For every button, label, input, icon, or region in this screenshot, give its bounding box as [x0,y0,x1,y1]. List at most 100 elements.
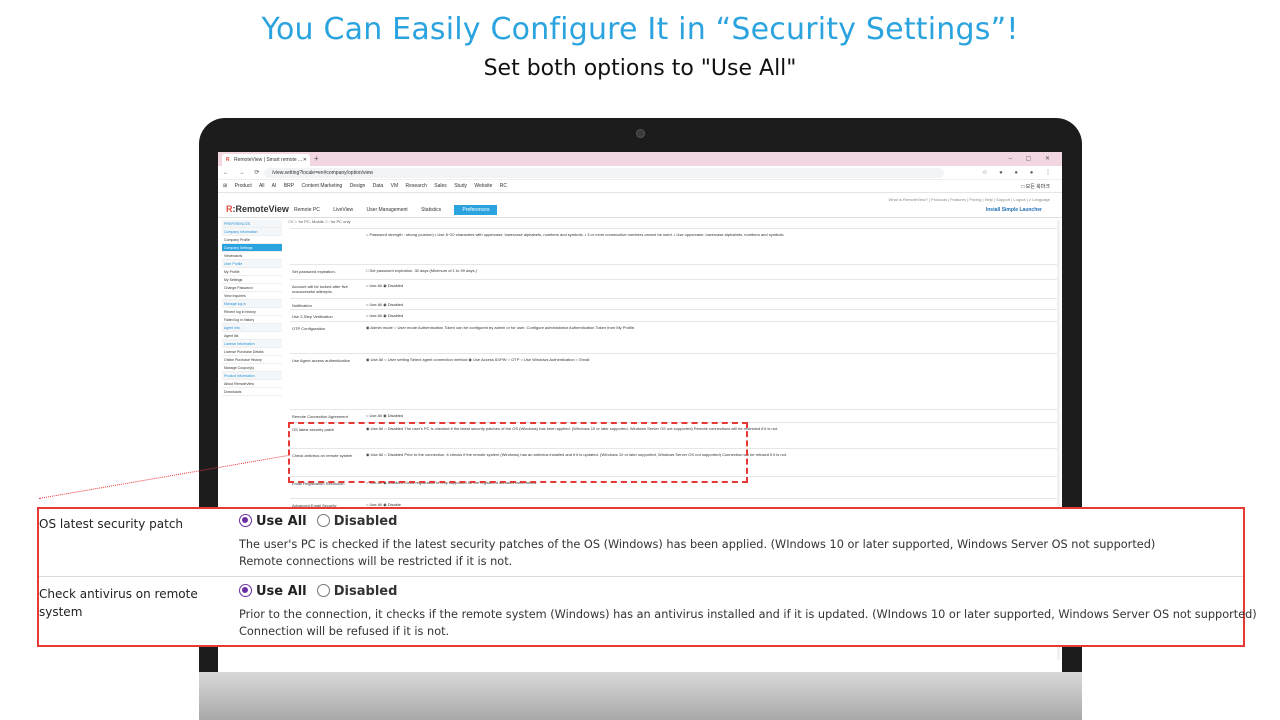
app-logo[interactable]: R:RemoteView [226,204,289,214]
install-launcher-link[interactable]: Install Simple Launcher [986,207,1042,213]
camera-icon [636,129,645,138]
sidebar-item[interactable]: Product Information [222,372,282,380]
app-menu: Remote PC LiveView User Management Stati… [294,205,509,215]
bookmark-item[interactable]: Design [350,183,366,189]
sidebar: PREFERENCES Company Information Company Pr… [222,220,282,396]
row-label: Remote Connection Agreement [292,414,348,419]
window-controls[interactable]: – ▢ ✕ [1009,155,1056,162]
setting-row-antivirus: Check antivirus on remote system Use All… [39,579,1257,647]
url-input[interactable]: /view.setting?locale=en#company/option/v… [264,168,944,178]
remoteview-favicon-icon: R [226,157,230,163]
bookmark-item[interactable]: BRP [284,183,294,189]
description-line: The user's PC is checked if the latest s… [239,538,1156,551]
sidebar-item[interactable]: About RemoteView [222,380,282,388]
all-bookmarks[interactable]: □ 모든 북마크 [1021,183,1050,190]
row-value[interactable]: ○ Use All ◉ Disabled [366,302,1046,308]
menu-item[interactable]: Statistics [421,207,441,213]
sidebar-item[interactable]: View Inquiries [222,292,282,300]
radio-checked-icon [239,584,252,597]
setting-label: Check antivirus on remote system [39,587,198,619]
sidebar-item[interactable]: Company Settings [222,244,282,252]
row-label: Notification [292,303,312,308]
sidebar-item[interactable]: Company Profile [222,236,282,244]
sidebar-item[interactable]: Failed log in history [222,316,282,324]
sidebar-item[interactable]: Downloads [222,388,282,396]
settings-row: Notification ○ Use All ◉ Disabled [290,298,1060,309]
option-label: Disabled [333,514,398,529]
settings-row: Use Agent access authentication ◉ Use All… [290,353,1060,409]
row-value[interactable]: ○ Use All ◉ Disabled [366,313,1046,319]
bookmark-item[interactable]: Website [474,183,492,189]
setting-description: Prior to the connection, it checks if th… [239,606,1257,640]
option-label: Use All [256,514,307,529]
bookmarks-bar: ⊞ Product All AI BRP Content Marketing D… [218,180,1062,193]
row-value[interactable]: ○ Use All ◉ Disabled [366,283,1046,289]
sidebar-item[interactable]: Manage log in [222,300,282,308]
sidebar-item[interactable]: Online Purchase History [222,356,282,364]
description-line: Prior to the connection, it checks if th… [239,608,1257,621]
bookmark-item[interactable]: Study [454,183,467,189]
settings-row: OTP Configuration ◉ Admin mode ○ User mod… [290,321,1060,353]
extension-icons[interactable]: ☆ ● ● ● ⋮ [982,169,1056,176]
header-divider [218,217,1062,218]
new-tab-icon[interactable]: + [314,154,319,163]
settings-row: Account will be locked after five unsucc… [290,279,1060,298]
apps-icon[interactable]: ⊞ [223,183,227,189]
row-value[interactable]: ○ Password strength : strong (custom) • … [366,232,1046,238]
address-bar: ← → ⟳ /view.setting?locale=en#company/op… [218,166,1062,180]
bookmark-item[interactable]: AI [272,183,277,189]
breadcrumb: □+□ : for PC, Mobile □ : for PC only [288,219,351,224]
settings-row: Use 2-Step Verification ○ Use All ◉ Disab… [290,309,1060,321]
setting-label: OS latest security patch [39,517,184,531]
sidebar-item[interactable]: License Information [222,340,282,348]
settings-row: Set password expiration. □ Set password e… [290,264,1060,279]
sidebar-item[interactable]: Recent log in history [222,308,282,316]
zoom-panel: OS latest security patch Use All Disable… [37,507,1257,647]
browser-tab-bar: R RemoteView | Smart remote ... ✕ + – ▢ … [218,152,1062,166]
sidebar-item[interactable]: PREFERENCES [222,220,282,228]
row-value[interactable]: □ Set password expiration. 30 days (Mini… [366,268,1046,274]
settings-row: Remote Connection Agreement ○ Use All ◉ D… [290,409,1060,422]
bookmark-item[interactable]: Sales [434,183,447,189]
bookmark-item[interactable]: RC [500,183,507,189]
sidebar-item[interactable]: Company Information [222,228,282,236]
bookmark-item[interactable]: Data [373,183,384,189]
sidebar-item[interactable]: Agent list [222,332,282,340]
row-label: Set password expiration. [292,269,336,274]
use-all-radio[interactable]: Use All [239,584,307,599]
laptop-base [199,672,1082,720]
row-value[interactable]: ◉ Admin mode ○ User mode Authentication … [366,325,1046,331]
bookmark-item[interactable]: All [259,183,265,189]
nav-buttons[interactable]: ← → ⟳ [223,169,263,176]
sidebar-item[interactable]: My Profile [222,268,282,276]
sidebar-item[interactable]: Change Password [222,284,282,292]
menu-item[interactable]: LiveView [333,207,353,213]
radio-unchecked-icon [316,514,330,527]
bookmark-item[interactable]: VM [391,183,399,189]
setting-description: The user's PC is checked if the latest s… [239,536,1155,570]
row-value[interactable]: ◉ Use All ○ User setting Select agent co… [366,357,1046,363]
sidebar-item[interactable]: Manage Coupon(s) [222,364,282,372]
close-icon[interactable]: ✕ [303,157,307,163]
radio-unchecked-icon [316,584,330,597]
bookmark-item[interactable]: Product [235,183,252,189]
description-line: Remote connections will be restricted if… [239,555,513,568]
subheadline: Set both options to "Use All" [483,56,797,81]
tab-title: RemoteView | Smart remote ... [234,157,303,163]
top-links[interactable]: What is RemoteView? | Products | Feature… [889,197,1050,202]
sidebar-item[interactable]: Viewboards [222,252,282,260]
bookmark-item[interactable]: Research [406,183,427,189]
browser-tab[interactable]: R RemoteView | Smart remote ... ✕ [222,154,310,166]
menu-item-preferences[interactable]: Preferences [454,205,498,215]
menu-item[interactable]: User Management [367,207,408,213]
sidebar-item[interactable]: License Purchase Details [222,348,282,356]
sidebar-item[interactable]: My Settings [222,276,282,284]
use-all-radio[interactable]: Use All [239,514,307,529]
disabled-radio[interactable]: Disabled [316,514,398,529]
bookmark-item[interactable]: Content Marketing [301,183,342,189]
disabled-radio[interactable]: Disabled [316,584,397,599]
sidebar-item[interactable]: Agent Info. [222,324,282,332]
menu-item[interactable]: Remote PC [294,207,320,213]
row-value[interactable]: ○ Use All ◉ Disabled [366,413,1046,419]
sidebar-item[interactable]: User Profile [222,260,282,268]
